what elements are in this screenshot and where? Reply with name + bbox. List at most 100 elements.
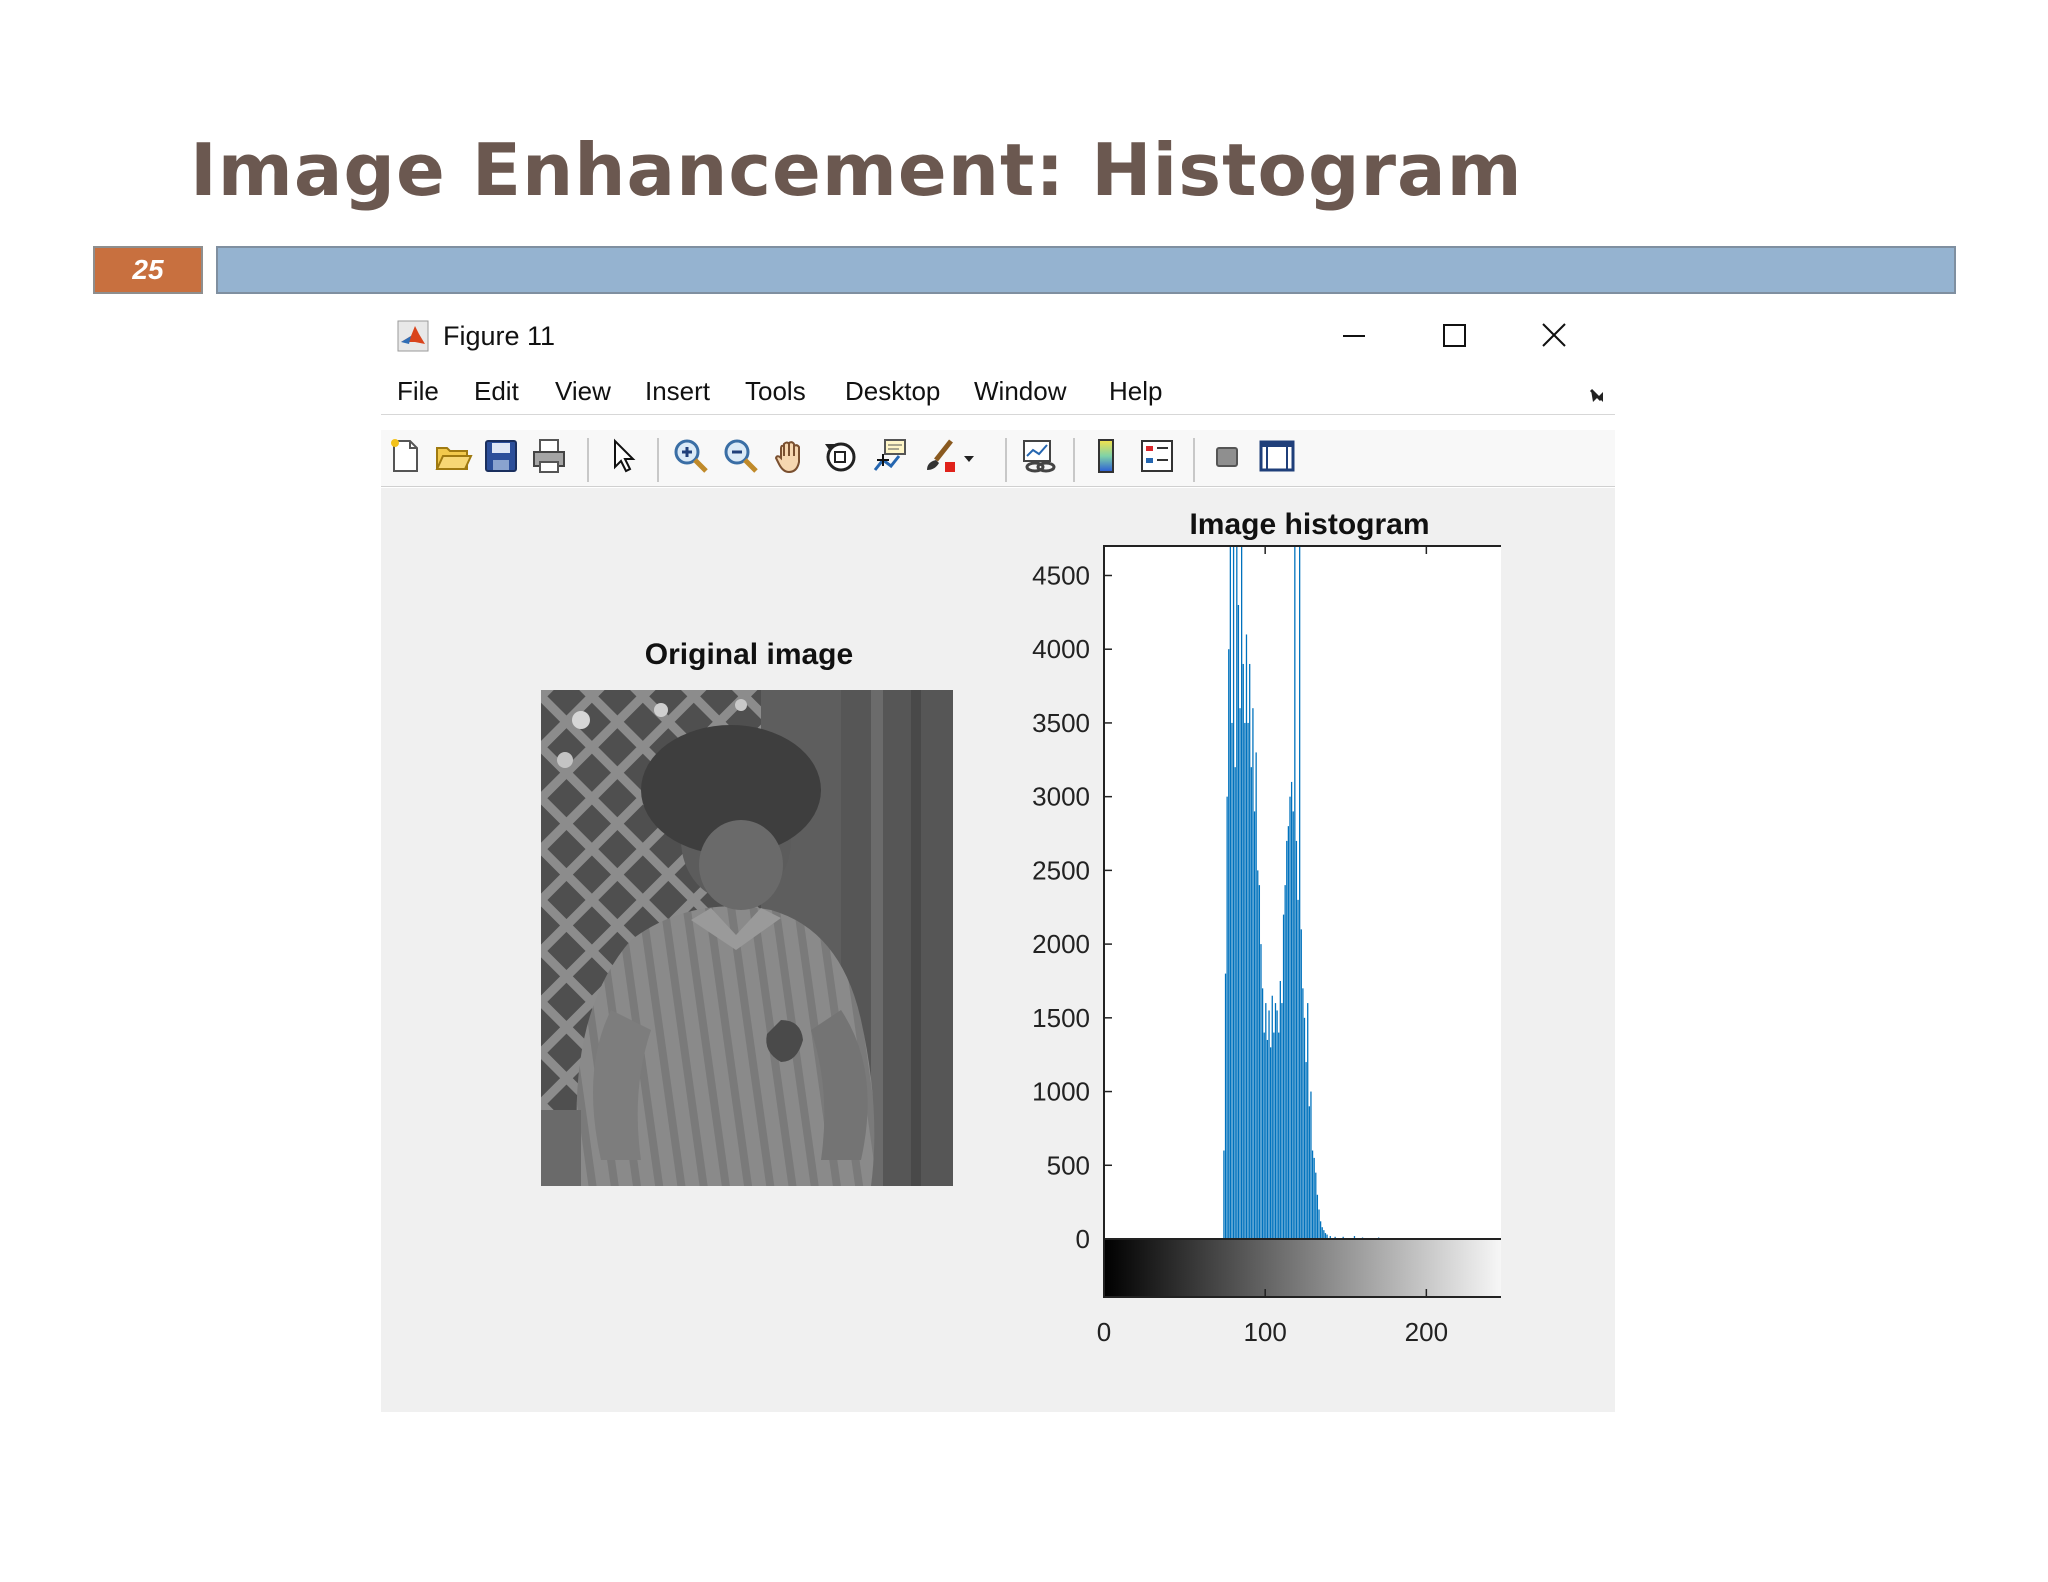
menu-desktop[interactable]: Desktop <box>845 376 940 407</box>
histogram-bar <box>1241 546 1243 1239</box>
zoom-out-icon[interactable] <box>721 436 761 476</box>
menu-bar: File Edit View Insert Tools Desktop Wind… <box>381 368 1615 415</box>
y-tick-label: 1500 <box>1032 1003 1090 1033</box>
histogram-bar <box>1231 722 1233 1239</box>
menu-edit[interactable]: Edit <box>474 376 519 407</box>
histogram-bar <box>1226 796 1228 1239</box>
histogram-bar <box>1250 767 1252 1239</box>
y-tick-label: 500 <box>1047 1150 1090 1180</box>
histogram-bar <box>1289 796 1291 1239</box>
slide-number: 25 <box>93 246 203 294</box>
histogram-bar <box>1321 1227 1323 1239</box>
save-icon[interactable] <box>481 436 521 476</box>
histogram-bar <box>1242 663 1244 1239</box>
histogram-bar <box>1271 995 1273 1239</box>
zoom-in-icon[interactable] <box>671 436 711 476</box>
histogram-bar <box>1255 752 1257 1239</box>
menu-file[interactable]: File <box>397 376 439 407</box>
x-tick-label: 100 <box>1243 1317 1286 1347</box>
histogram-bar <box>1276 1010 1278 1239</box>
maximize-icon[interactable] <box>1429 316 1479 356</box>
histogram-bar <box>1257 870 1259 1239</box>
toolbar-separator <box>657 438 659 482</box>
colorbar-icon[interactable] <box>1087 436 1127 476</box>
histogram-bar <box>1263 1032 1265 1239</box>
y-tick-label: 2500 <box>1032 855 1090 885</box>
brush-icon[interactable] <box>921 436 961 476</box>
histogram-bar <box>1249 663 1251 1239</box>
histogram-bar <box>1299 546 1301 1239</box>
histogram-bar <box>1224 973 1227 1239</box>
histogram-bar <box>1300 929 1302 1239</box>
data-cursor-icon[interactable] <box>871 436 911 476</box>
legend-icon[interactable] <box>1137 436 1177 476</box>
histogram-bar <box>1318 1209 1320 1239</box>
toolbar-separator <box>1193 438 1195 482</box>
histogram-chart: Image histogram0500100015002000250030003… <box>1032 508 1501 1347</box>
histogram-bar <box>1316 1194 1319 1239</box>
menu-help[interactable]: Help <box>1109 376 1162 407</box>
menu-view[interactable]: View <box>555 376 611 407</box>
histogram-bar <box>1319 1221 1322 1239</box>
histogram-bar <box>1294 546 1296 1239</box>
histogram-bar <box>1239 708 1241 1239</box>
menu-insert[interactable]: Insert <box>645 376 710 407</box>
histogram-bar <box>1305 1062 1307 1239</box>
chevron-down-icon[interactable] <box>959 436 979 476</box>
grayscale-colorbar <box>1103 1238 1501 1298</box>
histogram-bar <box>1229 546 1232 1239</box>
open-file-icon[interactable] <box>433 436 473 476</box>
histogram-bar <box>1308 1106 1310 1239</box>
histogram-bar <box>1295 840 1298 1239</box>
figure-canvas: Original image Image histogram 0 500 100… <box>381 488 1615 1412</box>
histogram-bar <box>1270 1047 1272 1239</box>
menu-window[interactable]: Window <box>974 376 1066 407</box>
histogram-bar <box>1281 1003 1283 1239</box>
rotate-3d-icon[interactable] <box>821 436 861 476</box>
y-tick-label: 4500 <box>1032 560 1090 590</box>
histogram-bar <box>1323 1230 1325 1239</box>
y-tick-label: 0 <box>1076 1224 1090 1254</box>
histogram-title: Image histogram <box>1189 508 1429 541</box>
toolbar-separator <box>1005 438 1007 482</box>
histogram-bar <box>1268 1010 1270 1239</box>
histogram-bar <box>1287 826 1290 1239</box>
histogram-bar <box>1237 604 1240 1239</box>
x-tick-label: 0 <box>1097 1317 1111 1347</box>
close-icon[interactable] <box>1529 316 1579 356</box>
histogram-bar <box>1236 546 1238 1239</box>
histogram-bar <box>1265 1003 1267 1239</box>
y-tick-label: 2000 <box>1032 929 1090 959</box>
histogram-bar <box>1223 1150 1225 1239</box>
histogram-bar <box>1253 811 1256 1239</box>
link-plot-icon[interactable] <box>1019 436 1059 476</box>
y-tick-label: 4000 <box>1032 634 1090 664</box>
print-icon[interactable] <box>529 436 569 476</box>
histogram-bar <box>1273 1032 1275 1239</box>
histogram-bar <box>1284 885 1286 1239</box>
toolbar-separator <box>587 438 589 482</box>
histogram-bar <box>1232 546 1235 1239</box>
new-figure-icon[interactable] <box>385 436 425 476</box>
histogram-bar <box>1234 767 1236 1239</box>
histogram-bar <box>1228 649 1230 1239</box>
slide-header-bar <box>216 246 1956 294</box>
histogram-bar <box>1311 1150 1314 1239</box>
histogram-bar <box>1307 1003 1309 1239</box>
menu-tools[interactable]: Tools <box>745 376 806 407</box>
window-titlebar[interactable]: Figure 11 <box>381 308 1615 366</box>
histogram-bar <box>1274 1003 1277 1239</box>
dock-arrow-icon[interactable] <box>1589 388 1605 404</box>
y-tick-label: 1000 <box>1032 1077 1090 1107</box>
pointer-icon[interactable] <box>603 436 643 476</box>
histogram-bar <box>1247 722 1249 1239</box>
histogram-bar <box>1279 980 1281 1239</box>
show-plot-tools-icon[interactable] <box>1257 436 1297 476</box>
histogram-bar <box>1260 944 1262 1239</box>
window-title: Figure 11 <box>443 321 556 351</box>
slide-title: Image Enhancement: Histogram <box>190 128 1523 212</box>
hide-plot-tools-icon[interactable] <box>1207 436 1247 476</box>
pan-icon[interactable] <box>771 436 811 476</box>
histogram-bar <box>1310 1091 1312 1239</box>
minimize-icon[interactable] <box>1329 316 1379 356</box>
